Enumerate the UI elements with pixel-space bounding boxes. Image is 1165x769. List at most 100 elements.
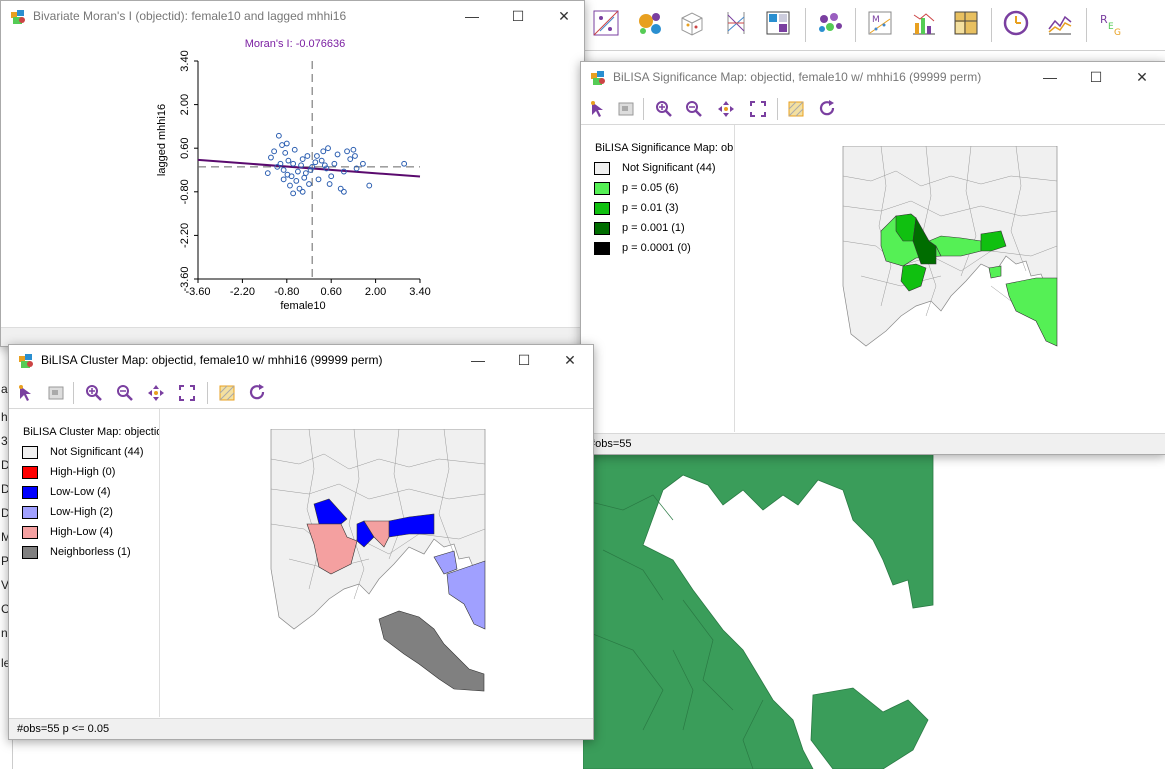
- zoom-in-icon[interactable]: [653, 98, 675, 120]
- strip-text: 3: [1, 434, 8, 448]
- legend-label: p = 0.001 (1): [622, 222, 685, 234]
- scatter-point: [301, 174, 308, 181]
- maximize-button[interactable]: ☐: [511, 349, 537, 371]
- zoom-out-icon[interactable]: [683, 98, 705, 120]
- scatter-point: [366, 182, 373, 189]
- scatter-point: [280, 167, 287, 173]
- legend-swatch: [594, 221, 610, 235]
- cluster-map-icon[interactable]: [815, 8, 845, 38]
- significance-window-title: BiLISA Significance Map: objectid, femal…: [613, 70, 982, 84]
- minimize-button[interactable]: —: [465, 349, 491, 371]
- scatter-point: [291, 146, 298, 153]
- select-arrow-icon[interactable]: [15, 382, 37, 404]
- legend-title: BiLISA Significance Map: ob: [595, 142, 734, 154]
- moran-window-titlebar[interactable]: Bivariate Moran's I (objectid): female10…: [1, 1, 584, 31]
- fit-extent-icon[interactable]: [176, 382, 198, 404]
- toolbar-separator: [207, 382, 208, 404]
- legend-item[interactable]: High-High (0): [22, 464, 115, 480]
- close-button[interactable]: ✕: [557, 349, 583, 371]
- scatter-point: [282, 149, 289, 156]
- legend-item[interactable]: Neighborless (1): [22, 544, 131, 560]
- neighborless-region: [378, 610, 485, 692]
- x-tick-label: -0.80: [274, 286, 299, 298]
- moran-scatter-window: Bivariate Moran's I (objectid): female10…: [0, 0, 585, 347]
- low-high-region: [446, 560, 486, 630]
- conditional-plot-icon[interactable]: [763, 8, 793, 38]
- legend-label: Low-High (2): [50, 506, 113, 518]
- legend-label: p = 0.05 (6): [622, 182, 679, 194]
- line-chart-icon[interactable]: [1045, 8, 1075, 38]
- minimize-button[interactable]: —: [1037, 66, 1063, 88]
- scatter-point: [304, 153, 311, 159]
- legend-item[interactable]: p = 0.001 (1): [594, 220, 685, 236]
- strip-text: h: [1, 410, 8, 424]
- maximize-button[interactable]: ☐: [505, 5, 531, 27]
- scatter-point: [299, 188, 306, 195]
- refresh-view-icon[interactable]: [615, 98, 637, 120]
- clock-icon[interactable]: [1001, 8, 1031, 38]
- map-layer-icon[interactable]: [785, 98, 807, 120]
- scatter-point: [318, 157, 325, 164]
- scatter-matrix-icon[interactable]: [591, 8, 621, 38]
- cluster-toolbar: [9, 378, 593, 409]
- lisa-cluster-icon[interactable]: [909, 8, 939, 38]
- toolbar-separator: [777, 98, 778, 120]
- scatter-point: [293, 178, 300, 184]
- scatter-point: [290, 190, 297, 197]
- close-button[interactable]: ✕: [551, 5, 577, 27]
- x-tick-label: 0.60: [320, 286, 341, 298]
- bubble-chart-icon[interactable]: [635, 8, 665, 38]
- maximize-button[interactable]: ☐: [1083, 66, 1109, 88]
- legend-item[interactable]: High-Low (4): [22, 524, 113, 540]
- minimize-button[interactable]: —: [459, 5, 485, 27]
- status-text: #obs=55 p <= 0.05: [17, 723, 110, 735]
- significance-statusbar: #obs=55: [581, 433, 1165, 454]
- y-tick-label: 2.00: [179, 94, 191, 115]
- refresh-view-icon[interactable]: [45, 382, 67, 404]
- main-toolbar: M REG: [583, 0, 1165, 51]
- significance-window-titlebar[interactable]: BiLISA Significance Map: objectid, femal…: [581, 62, 1165, 92]
- refresh-icon[interactable]: [817, 98, 839, 120]
- scatter-point: [280, 176, 287, 183]
- legend-item[interactable]: Not Significant (44): [594, 160, 716, 176]
- close-button[interactable]: ✕: [1129, 66, 1155, 88]
- fit-extent-icon[interactable]: [747, 98, 769, 120]
- zoom-in-icon[interactable]: [83, 382, 105, 404]
- morans-i-icon[interactable]: M: [865, 8, 895, 38]
- select-arrow-icon[interactable]: [587, 98, 609, 120]
- scatter-point: [285, 157, 292, 164]
- scatter-point: [314, 153, 320, 159]
- cluster-map-canvas[interactable]: [269, 429, 489, 694]
- scatter-point: [350, 146, 357, 153]
- legend-item[interactable]: p = 0.01 (3): [594, 200, 679, 216]
- legend-item[interactable]: Low-High (2): [22, 504, 113, 520]
- geoda-app-icon: [591, 71, 605, 85]
- cluster-window-titlebar[interactable]: BiLISA Cluster Map: objectid, female10 w…: [9, 345, 593, 375]
- svg-text:R: R: [1100, 13, 1108, 26]
- map-layer-icon[interactable]: [216, 382, 238, 404]
- moran-scatter-plot[interactable]: -3.60 -2.20 -0.80 0.60 2.00 3.40 3.40 2.00 0.60 -…: [1, 31, 582, 327]
- cluster-map-window: BiLISA Cluster Map: objectid, female10 w…: [8, 344, 594, 740]
- pan-icon[interactable]: [715, 98, 737, 120]
- legend-label: Not Significant (44): [622, 162, 716, 174]
- scatter-point: [344, 148, 350, 155]
- pan-icon[interactable]: [145, 382, 167, 404]
- legend-swatch: [22, 505, 38, 519]
- 3d-plot-icon[interactable]: [677, 8, 707, 38]
- geoda-app-icon: [11, 10, 25, 24]
- parallel-coordinates-icon[interactable]: [721, 8, 751, 38]
- regression-icon[interactable]: REG: [1095, 8, 1125, 38]
- scatter-point: [352, 153, 358, 159]
- refresh-icon[interactable]: [247, 382, 269, 404]
- scatter-point: [315, 176, 322, 183]
- x-tick-label: 3.40: [409, 286, 430, 298]
- legend-item[interactable]: p = 0.05 (6): [594, 180, 679, 196]
- map-icon[interactable]: [951, 8, 981, 38]
- legend-item[interactable]: p = 0.0001 (0): [594, 240, 691, 256]
- toolbar-separator: [805, 8, 806, 42]
- legend-item[interactable]: Not Significant (44): [22, 444, 144, 460]
- significance-map-canvas[interactable]: [841, 146, 1061, 352]
- zoom-out-icon[interactable]: [114, 382, 136, 404]
- moran-window-title: Bivariate Moran's I (objectid): female10…: [33, 9, 347, 23]
- legend-item[interactable]: Low-Low (4): [22, 484, 111, 500]
